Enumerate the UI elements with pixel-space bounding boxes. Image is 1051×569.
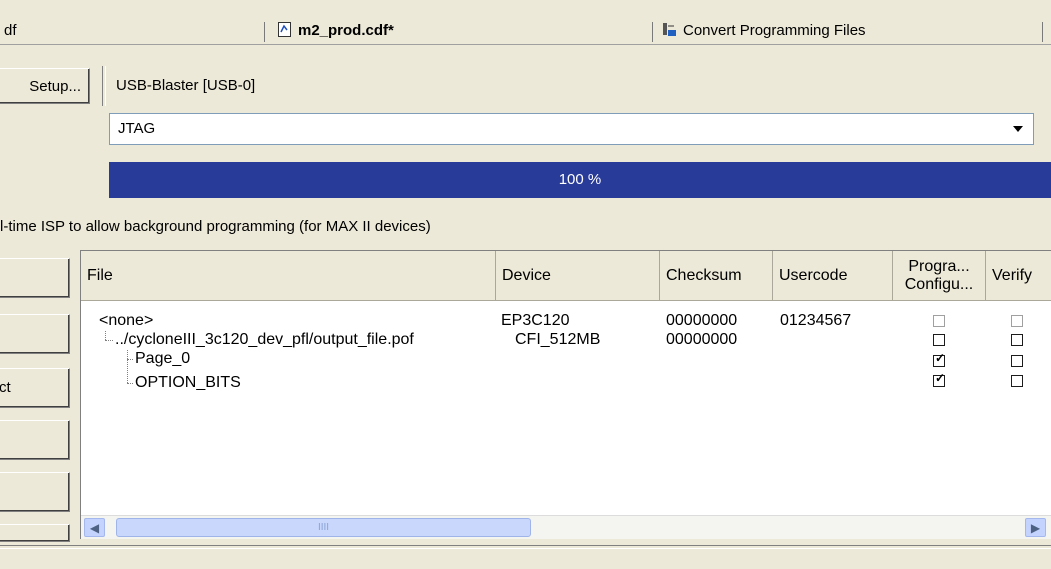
column-header-checksum[interactable]: Checksum: [660, 251, 773, 301]
file-cell[interactable]: Page_0: [135, 349, 190, 368]
checksum-cell: 00000000: [666, 331, 738, 348]
verify-checkbox: [1011, 315, 1023, 327]
device-cell: CFI_512MB: [515, 331, 601, 348]
hardware-value: USB-Blaster [USB-0]: [116, 77, 256, 94]
header-label: Verify: [992, 266, 1033, 284]
scroll-thumb[interactable]: IIII: [116, 518, 531, 537]
side-button-4[interactable]: [0, 420, 70, 460]
hardware-setup-button[interactable]: Setup...: [0, 68, 90, 104]
header-label: Progra... Configu...: [905, 258, 973, 294]
side-button-3[interactable]: ct: [0, 368, 70, 408]
header-label: Usercode: [779, 266, 848, 284]
tab-cdf[interactable]: df: [4, 20, 17, 42]
checksum-cell: 00000000: [666, 312, 738, 329]
usercode-cell: 01234567: [780, 312, 852, 329]
tab-divider: [264, 22, 265, 42]
tree-connector: [127, 383, 133, 384]
header-label: Device: [502, 266, 551, 284]
tree-connector: [127, 359, 133, 360]
tab-divider: [652, 22, 653, 42]
side-button-5[interactable]: [0, 472, 70, 512]
header-line: Progra...: [908, 257, 970, 275]
check-icon: ✓: [935, 351, 946, 365]
tab-label: df: [4, 22, 17, 39]
progress-bar: 100 %: [109, 162, 1051, 198]
program-checkbox[interactable]: ✓: [933, 351, 946, 367]
tab-divider: [1042, 22, 1043, 42]
scroll-right-icon[interactable]: ▶: [1025, 518, 1046, 537]
verify-checkbox[interactable]: [1011, 355, 1023, 367]
program-checkbox[interactable]: ✓: [933, 371, 946, 387]
tree-connector: [105, 340, 113, 341]
device-cell: EP3C120: [501, 312, 570, 329]
header-label: File: [87, 266, 113, 284]
horizontal-scrollbar[interactable]: ◀ IIII ▶: [81, 515, 1051, 539]
file-cell[interactable]: OPTION_BITS: [135, 373, 241, 392]
file-cell[interactable]: <none>: [99, 311, 153, 330]
device-table: File Device Checksum Usercode Progra... C…: [80, 250, 1051, 539]
divider: [0, 545, 1051, 549]
header-line: Configu...: [904, 275, 974, 293]
side-button-2[interactable]: [0, 314, 70, 354]
header-label: Checksum: [666, 266, 742, 284]
column-header-usercode[interactable]: Usercode: [773, 251, 893, 301]
divider: [102, 66, 106, 106]
column-header-file[interactable]: File: [81, 251, 496, 301]
chevron-down-icon[interactable]: [1005, 116, 1031, 142]
check-icon: ✓: [935, 371, 946, 385]
tab-strip: df m2_prod.cdf* Convert Programming File…: [0, 14, 1051, 45]
scroll-left-icon[interactable]: ◀: [84, 518, 105, 537]
column-header-verify[interactable]: Verify: [986, 251, 1051, 301]
tab-label: m2_prod.cdf*: [298, 22, 394, 39]
isp-option-label[interactable]: l-time ISP to allow background programmi…: [0, 214, 431, 240]
document-icon: [277, 22, 292, 37]
mode-value: JTAG: [118, 120, 156, 137]
verify-checkbox[interactable]: [1011, 334, 1023, 346]
progress-label: 100 %: [558, 171, 602, 188]
convert-icon: [662, 22, 677, 37]
program-checkbox: [933, 315, 945, 327]
verify-checkbox[interactable]: [1011, 375, 1023, 387]
grip-icon: IIII: [317, 522, 330, 533]
file-cell[interactable]: ../cycloneIII_3c120_dev_pfl/output_file.…: [115, 330, 414, 349]
program-checkbox[interactable]: [933, 334, 945, 346]
tab-m2-prod[interactable]: m2_prod.cdf*: [277, 20, 394, 42]
side-button-1[interactable]: [0, 258, 70, 298]
side-button-6[interactable]: [0, 524, 70, 542]
tab-convert-programming-files[interactable]: Convert Programming Files: [662, 20, 866, 42]
tree-connector: [127, 350, 128, 383]
mode-select[interactable]: JTAG: [109, 113, 1034, 145]
column-header-device[interactable]: Device: [496, 251, 660, 301]
column-header-program[interactable]: Progra... Configu...: [893, 251, 986, 301]
tab-label: Convert Programming Files: [683, 22, 866, 39]
tree-connector: [105, 331, 106, 340]
